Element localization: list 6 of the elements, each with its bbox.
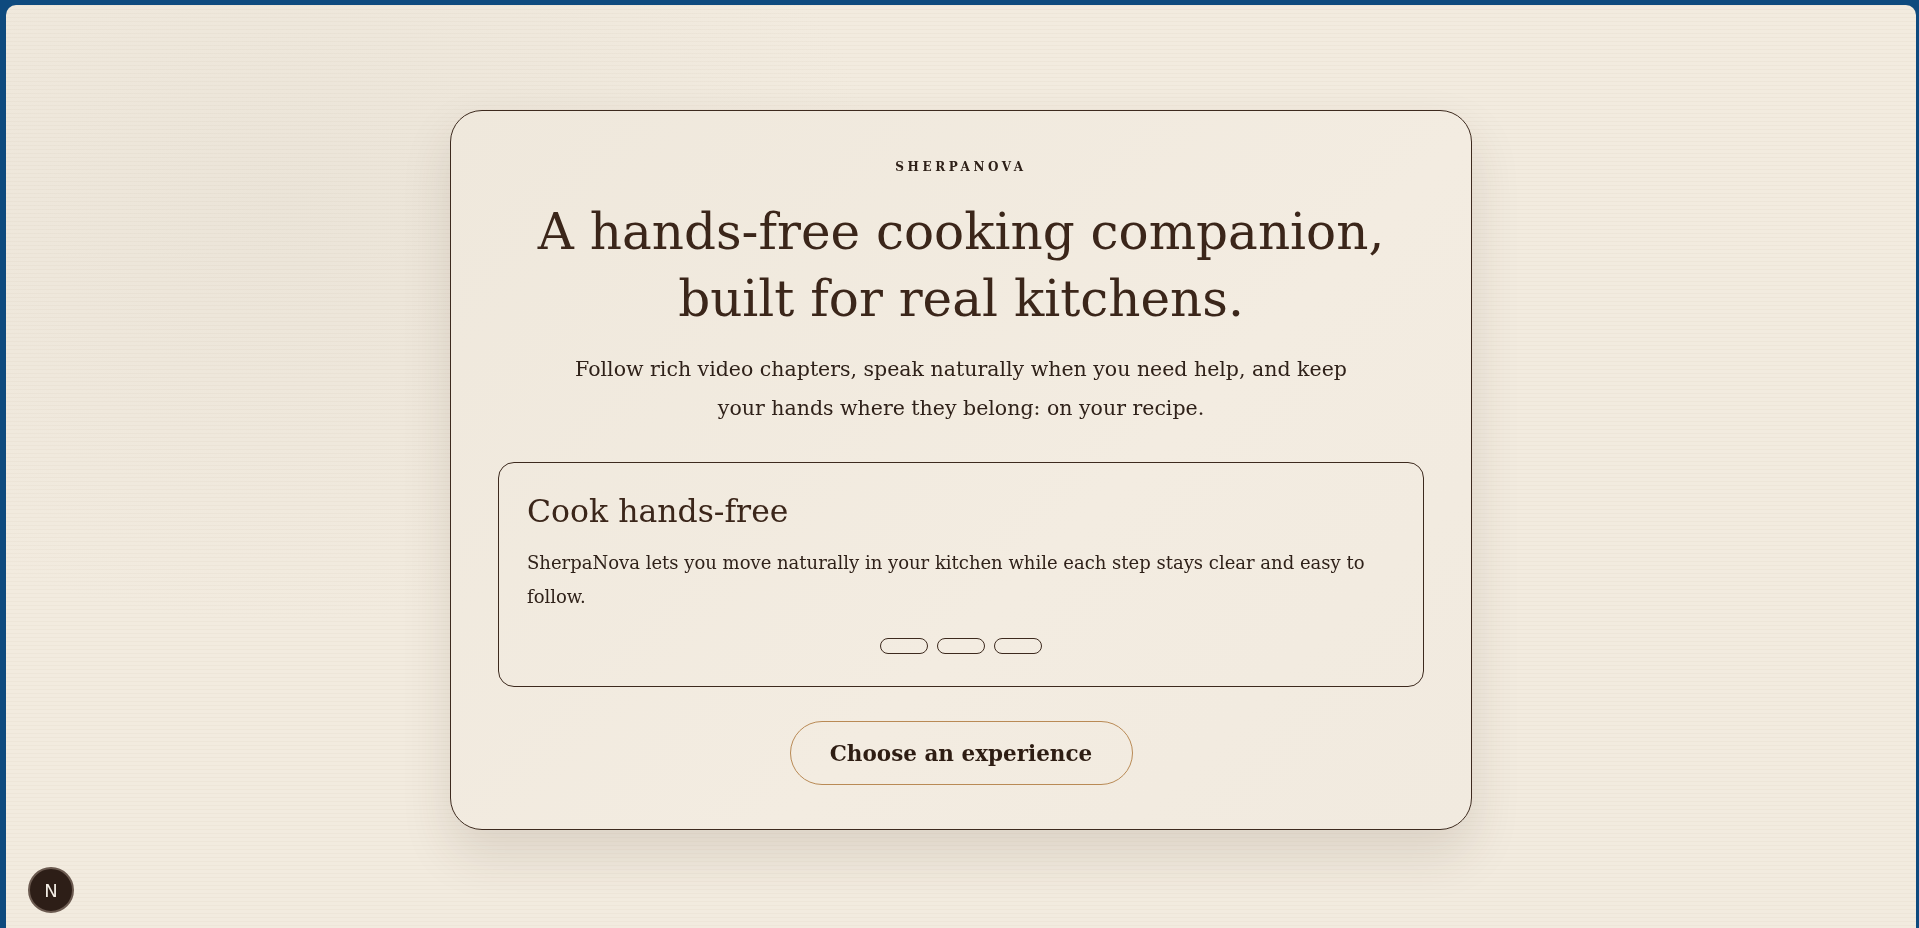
feature-text: SherpaNova lets you move naturally in your kitchen while each step stays clear and easy to follow. [527,551,1366,609]
feature-title: Cook hands-free [527,492,790,531]
dev-badge[interactable]: N [28,867,74,913]
brand-name: SHERPANOVA [895,159,1027,175]
headline: A hands-free cooking companion, built for real kitchens. [536,202,1386,330]
subtitle: Follow rich video chapters, speak naturally when you need help, and keep your hands where they belong: on your recipe. [574,356,1348,422]
